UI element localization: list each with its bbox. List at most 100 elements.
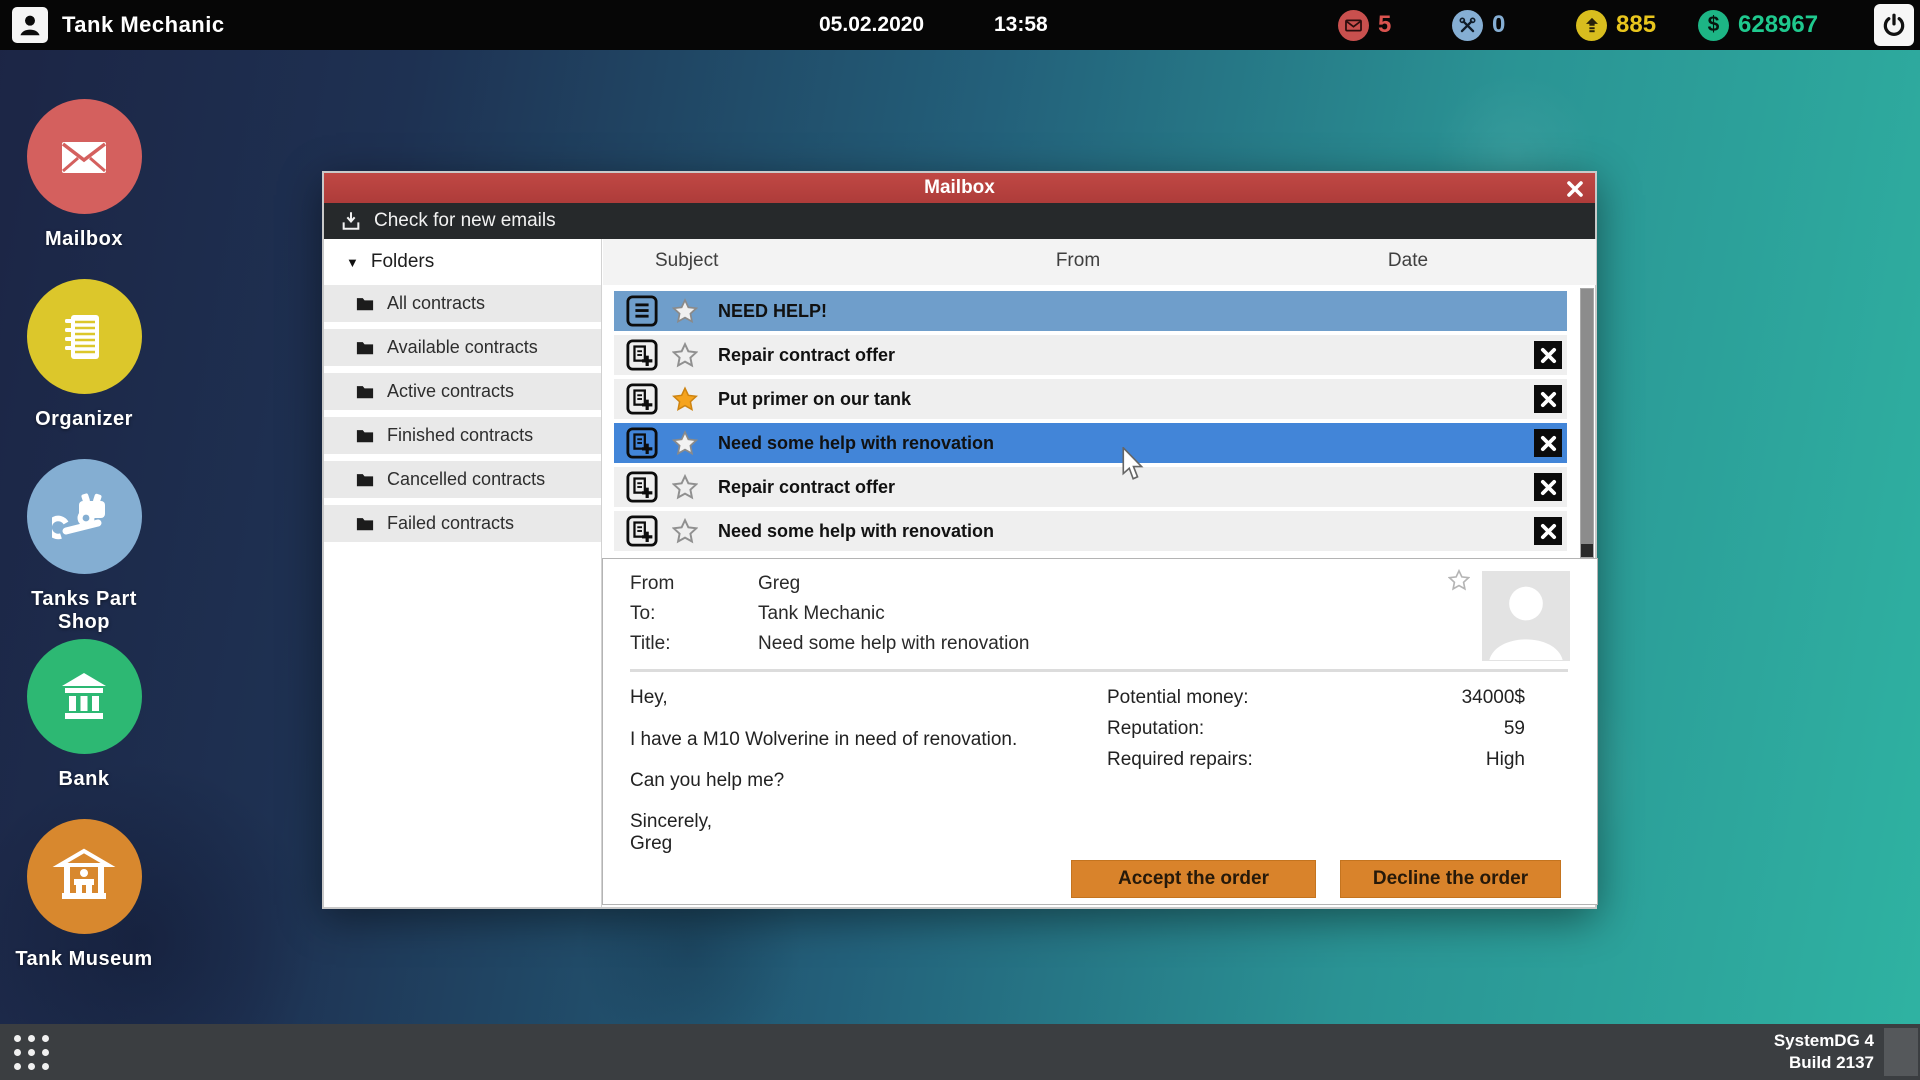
money-counter-badge[interactable]: $ 628967 <box>1698 9 1818 41</box>
power-icon <box>1881 12 1907 38</box>
window-close-button[interactable] <box>1562 176 1588 202</box>
folder-item-available-contracts[interactable]: Available contracts <box>324 329 601 366</box>
repairs-counter-badge[interactable]: 0 <box>1452 9 1505 41</box>
delete-email-button[interactable] <box>1534 473 1562 501</box>
reputation-value: 59 <box>1503 718 1525 739</box>
email-row-repair-offer-2[interactable]: Repair contract offer <box>614 467 1567 507</box>
system-build: Build 2137 <box>1788 1053 1874 1072</box>
column-from: From <box>1055 250 1101 271</box>
desktop-screen: Tank Mechanic 05.02.2020 13:58 5 0 885 $… <box>0 0 1920 1080</box>
delete-x-icon <box>1540 347 1556 363</box>
mail-counter-badge[interactable]: 5 <box>1338 9 1391 41</box>
detail-divider <box>630 669 1568 672</box>
body-line-2: Can you help me? <box>630 770 785 791</box>
folder-item-finished-contracts[interactable]: Finished contracts <box>324 417 601 454</box>
desktop-icon-mailbox[interactable]: Mailbox <box>14 99 154 251</box>
sender-avatar <box>1482 571 1570 661</box>
potential-money-value: 34000$ <box>1461 687 1525 708</box>
avatar-icon <box>1489 586 1563 660</box>
top-status-bar: Tank Mechanic 05.02.2020 13:58 5 0 885 $… <box>0 0 1920 50</box>
power-button[interactable] <box>1874 4 1914 46</box>
doc-plus-icon <box>626 471 658 503</box>
download-icon <box>342 212 360 230</box>
desktop-icon-tank-museum[interactable]: Tank Museum <box>14 819 154 971</box>
mailbox-app-icon <box>26 99 142 214</box>
email-row-need-help[interactable]: NEED HELP! <box>614 291 1567 331</box>
desktop-icon-bank[interactable]: Bank <box>14 639 154 791</box>
delete-email-button[interactable] <box>1534 385 1562 413</box>
check-emails-button[interactable]: Check for new emails <box>340 210 556 232</box>
star-icon[interactable] <box>672 298 698 324</box>
folder-item-active-contracts[interactable]: Active contracts <box>324 373 601 410</box>
taskbar-corner-button[interactable] <box>1884 1028 1918 1076</box>
doc-plus-icon <box>626 515 658 547</box>
email-row-need-help-renovation-2[interactable]: Need some help with renovation <box>614 511 1567 551</box>
star-icon[interactable] <box>672 342 698 368</box>
apps-grid-icon[interactable] <box>14 1035 49 1070</box>
window-titlebar[interactable]: Mailbox <box>324 173 1595 203</box>
star-icon[interactable] <box>672 430 698 456</box>
to-label: To: <box>630 603 656 624</box>
delete-email-button[interactable] <box>1534 341 1562 369</box>
email-row-need-help-renovation-1[interactable]: Need some help with renovation <box>614 423 1567 463</box>
folder-item-cancelled-contracts[interactable]: Cancelled contracts <box>324 461 601 498</box>
parts-shop-app-icon <box>26 459 142 574</box>
mailbox-content: ▼ Folders All contracts Available contra… <box>324 239 1598 907</box>
window-title: Mailbox <box>924 177 995 198</box>
delete-x-icon <box>1540 523 1556 539</box>
mail-badge-icon <box>1338 9 1369 41</box>
star-icon[interactable] <box>672 518 698 544</box>
doc-plus-icon <box>626 383 658 415</box>
to-value: Tank Mechanic <box>758 603 885 624</box>
required-repairs-label: Required repairs: <box>1107 749 1253 770</box>
close-icon <box>1567 181 1583 197</box>
xp-count: 885 <box>1616 11 1657 38</box>
body-line-1: I have a M10 Wolverine in need of renova… <box>630 729 1018 750</box>
email-list-header: Subject From Date <box>603 239 1596 285</box>
folders-header[interactable]: ▼ Folders <box>324 239 601 285</box>
taskbar: SystemDG 4 Build 2137 <box>0 1024 1920 1080</box>
from-label: From <box>630 573 675 594</box>
app-title: Tank Mechanic <box>62 12 225 37</box>
star-icon[interactable] <box>672 474 698 500</box>
folder-item-failed-contracts[interactable]: Failed contracts <box>324 505 601 542</box>
mailbox-window: Mailbox Check for new emails ▼ Folders A… <box>322 171 1598 909</box>
user-icon <box>17 12 43 38</box>
doc-plus-icon <box>626 427 658 459</box>
doc-lines-icon <box>626 295 658 327</box>
repairs-count: 0 <box>1492 11 1506 38</box>
chevron-down-icon: ▼ <box>346 254 359 270</box>
folder-icon <box>356 474 374 487</box>
title-value: Need some help with renovation <box>758 633 1030 654</box>
delete-email-button[interactable] <box>1534 517 1562 545</box>
folder-icon <box>356 342 374 355</box>
folder-icon <box>356 518 374 531</box>
email-list-scrollbar[interactable] <box>1580 288 1594 558</box>
folders-header-label: Folders <box>370 251 435 272</box>
folders-panel: ▼ Folders All contracts Available contra… <box>324 239 602 907</box>
repairs-badge-icon <box>1452 9 1483 41</box>
user-profile-button[interactable] <box>12 7 48 43</box>
scrollbar-thumb-end[interactable] <box>1581 544 1593 557</box>
accept-order-button[interactable]: Accept the order <box>1071 860 1316 898</box>
star-icon-favorited[interactable] <box>672 386 698 412</box>
system-name: SystemDG 4 <box>1773 1031 1874 1050</box>
desktop-icon-tanks-part-shop[interactable]: Tanks Part Shop <box>14 459 154 634</box>
email-row-repair-offer-1[interactable]: Repair contract offer <box>614 335 1567 375</box>
star-toggle-icon[interactable] <box>1448 569 1470 591</box>
date-display: 05.02.2020 <box>819 13 925 36</box>
delete-x-icon <box>1540 479 1556 495</box>
folder-item-all-contracts[interactable]: All contracts <box>324 285 601 322</box>
decline-order-button[interactable]: Decline the order <box>1340 860 1561 898</box>
mailbox-toolbar: Check for new emails <box>324 203 1595 239</box>
folder-icon <box>356 386 374 399</box>
folder-icon <box>356 298 374 311</box>
required-repairs-value: High <box>1485 749 1525 770</box>
email-detail-pane: From Greg To: Tank Mechanic Title: Need … <box>602 558 1598 905</box>
folder-icon <box>356 430 374 443</box>
email-row-put-primer[interactable]: Put primer on our tank <box>614 379 1567 419</box>
delete-x-icon <box>1540 435 1556 451</box>
desktop-icon-organizer[interactable]: Organizer <box>14 279 154 431</box>
xp-counter-badge[interactable]: 885 <box>1576 9 1656 41</box>
delete-email-button[interactable] <box>1534 429 1562 457</box>
